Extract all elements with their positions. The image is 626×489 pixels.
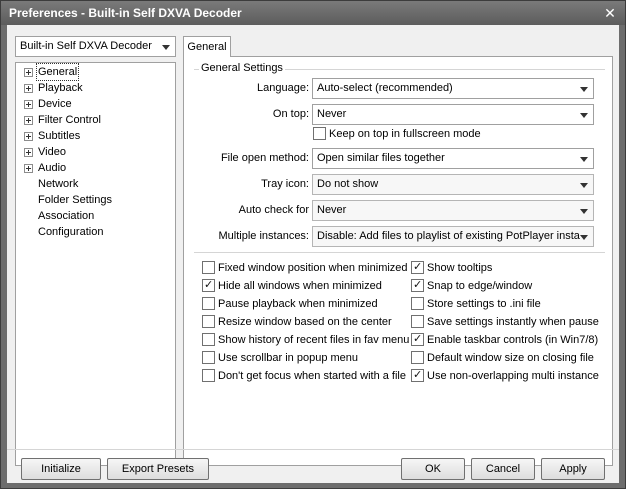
chevron-down-icon (579, 175, 589, 194)
tree-item-label: Device (38, 98, 72, 110)
on-top-label: On top: (272, 108, 309, 120)
multiple-instances-label: Multiple instances: (218, 230, 310, 242)
ok-button-label: OK (425, 463, 441, 475)
tree-item-label: Folder Settings (38, 194, 112, 206)
general-tab-panel: General Settings Language: Auto-select (… (183, 56, 613, 466)
chevron-down-icon (579, 149, 589, 168)
tree-item-label: Video (38, 146, 66, 158)
export-presets-button[interactable]: Export Presets (107, 458, 209, 480)
checkbox-label: Default window size on closing file (427, 352, 594, 364)
cancel-button-label: Cancel (485, 463, 521, 475)
file-open-method-select-value: Open similar files together (317, 152, 445, 164)
language-select-value: Auto-select (recommended) (317, 82, 453, 94)
checkbox-label: Snap to edge/window (427, 280, 533, 292)
initialize-button[interactable]: Initialize (21, 458, 101, 480)
checkbox-box[interactable] (411, 260, 424, 274)
chevron-down-icon (579, 227, 589, 246)
expand-icon[interactable] (24, 100, 33, 109)
expand-icon[interactable] (24, 132, 33, 141)
dialog-client: Built-in Self DXVA Decoder General Playb… (7, 25, 619, 483)
checkbox-label: Fixed window position when minimized (218, 262, 408, 274)
close-icon[interactable]: ✕ (601, 4, 619, 22)
preferences-window: Preferences - Built-in Self DXVA Decoder… (0, 0, 626, 489)
on-top-select-value: Never (317, 108, 347, 120)
footer-divider (7, 449, 619, 450)
checkbox-box[interactable] (411, 368, 424, 382)
group-title: General Settings (199, 62, 285, 74)
checkbox-box[interactable] (411, 297, 424, 310)
expand-icon[interactable] (24, 116, 33, 125)
chevron-down-icon (579, 201, 589, 220)
multiple-instances-select-value: Disable: Add files to playlist of existi… (317, 230, 580, 242)
title-bar: Preferences - Built-in Self DXVA Decoder… (1, 1, 625, 25)
language-select[interactable]: Auto-select (recommended) (312, 78, 594, 99)
checkbox-box[interactable] (202, 278, 215, 292)
expand-icon[interactable] (24, 164, 33, 173)
checkbox-box[interactable] (202, 351, 215, 364)
checkbox-box[interactable] (411, 351, 424, 364)
checkbox-box[interactable] (202, 297, 215, 310)
checkbox-label: Hide all windows when minimized (218, 280, 382, 292)
checkbox-label: Enable taskbar controls (in Win7/8) (427, 334, 599, 346)
checkbox-box[interactable] (202, 333, 215, 346)
tab-general[interactable]: General (183, 36, 231, 57)
checkbox-label: Use non-overlapping multi instance (427, 370, 599, 382)
tree-item-label: Audio (38, 162, 67, 174)
checkbox-box[interactable] (313, 127, 326, 140)
checkbox-box[interactable] (202, 315, 215, 328)
tray-icon-select[interactable]: Do not show (312, 174, 594, 195)
multiple-instances-select[interactable]: Disable: Add files to playlist of existi… (312, 226, 594, 247)
checkbox-label: Don't get focus when started with a file (218, 370, 406, 382)
tree-item-label: General (35, 63, 80, 81)
checkbox-box[interactable] (411, 315, 424, 328)
checkbox-box[interactable] (411, 332, 424, 346)
checkbox-label: Save settings instantly when pause (427, 316, 599, 328)
checkbox-label: Keep on top in fullscreen mode (329, 128, 481, 140)
expand-icon[interactable] (24, 68, 33, 77)
checkbox-label: Store settings to .ini file (427, 298, 541, 310)
profile-select-value: Built-in Self DXVA Decoder (20, 40, 152, 52)
window-title: Preferences - Built-in Self DXVA Decoder (9, 6, 242, 20)
checkbox-box[interactable] (202, 369, 215, 382)
chevron-down-icon (579, 79, 589, 98)
tree-item-label: Subtitles (38, 130, 81, 142)
checkbox-box[interactable] (202, 261, 215, 274)
checkbox-box[interactable] (411, 278, 424, 292)
checkbox-label: Show tooltips (427, 262, 493, 274)
on-top-select[interactable]: Never (312, 104, 594, 125)
tree-item-label: Association (38, 210, 95, 222)
auto-check-select[interactable]: Never (312, 200, 594, 221)
expand-icon[interactable] (24, 84, 33, 93)
tree-item-label: Filter Control (38, 114, 101, 126)
settings-tree[interactable]: General Playback Device Filter Control S… (15, 62, 176, 466)
auto-check-select-value: Never (317, 204, 347, 216)
tray-icon-select-value: Do not show (317, 178, 379, 190)
file-open-method-label: File open method: (220, 152, 309, 164)
tray-icon-label: Tray icon: (261, 178, 309, 190)
chevron-down-icon (161, 37, 171, 56)
cancel-button[interactable]: Cancel (471, 458, 535, 480)
profile-select[interactable]: Built-in Self DXVA Decoder (15, 36, 176, 57)
tree-item-label: Configuration (38, 226, 104, 238)
chevron-down-icon (579, 105, 589, 124)
expand-icon[interactable] (24, 148, 33, 157)
checkbox-label: Use scrollbar in popup menu (218, 352, 359, 364)
tree-item-label: Playback (38, 82, 83, 94)
checkbox-label: Show history of recent files in fav menu (218, 334, 410, 346)
file-open-method-select[interactable]: Open similar files together (312, 148, 594, 169)
ok-button[interactable]: OK (401, 458, 465, 480)
apply-button-label: Apply (559, 463, 587, 475)
checkbox-label: Resize window based on the center (218, 316, 392, 328)
tree-item-label: Network (38, 178, 79, 190)
divider (194, 252, 605, 253)
language-label: Language: (257, 82, 309, 94)
apply-button[interactable]: Apply (541, 458, 605, 480)
checkbox-label: Pause playback when minimized (218, 298, 378, 310)
auto-check-label: Auto check for (238, 204, 309, 216)
export-presets-button-label: Export Presets (121, 463, 195, 475)
initialize-button-label: Initialize (41, 463, 81, 475)
